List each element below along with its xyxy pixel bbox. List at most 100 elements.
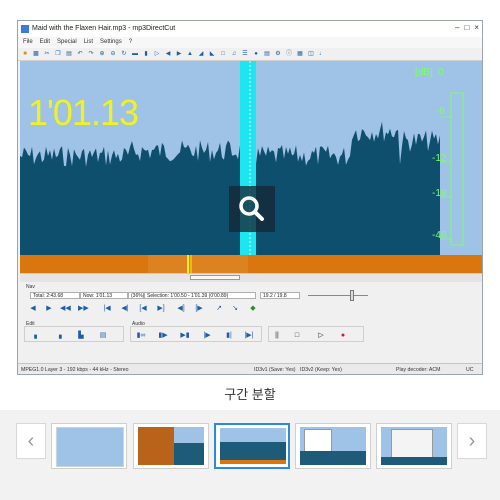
playlist-icon[interactable]: ▤ bbox=[263, 51, 271, 58]
status-bar: MPEG1.0 Layer 3 - 192 kbps - 44 kHz - St… bbox=[18, 363, 482, 374]
next-thumbnail-button[interactable]: › bbox=[457, 423, 487, 459]
menu-bar: File Edit Special List Settings ? bbox=[18, 37, 482, 48]
position-slider[interactable] bbox=[308, 295, 368, 296]
list-icon[interactable]: ☰ bbox=[241, 51, 249, 58]
export-icon[interactable]: ◫ bbox=[307, 51, 315, 58]
overview-bar[interactable] bbox=[20, 255, 482, 273]
title-bar: Maid with the Flaxen Hair.mp3 - mp3Direc… bbox=[18, 21, 482, 37]
chevron-right-icon: › bbox=[468, 430, 476, 452]
waveform-display[interactable]: 1'01.13 [dB] 0 -6 -12 -18 -48 bbox=[20, 61, 482, 255]
now-field: Now: 1'01.13 bbox=[80, 292, 128, 299]
menu-settings[interactable]: Settings bbox=[100, 37, 122, 48]
copy-icon[interactable]: ❐ bbox=[54, 51, 62, 58]
play-around-icon[interactable]: |▶| bbox=[244, 331, 254, 340]
menu-file[interactable]: File bbox=[23, 37, 33, 48]
split-file-icon[interactable]: ▦ bbox=[296, 51, 304, 58]
horizontal-scrollbar[interactable] bbox=[20, 273, 482, 282]
open-icon[interactable]: ■ bbox=[21, 51, 29, 58]
play-mark-icon[interactable]: ▮| bbox=[224, 331, 234, 340]
app-icon bbox=[21, 25, 29, 33]
screenshot-caption: 구간 분할 bbox=[224, 387, 276, 402]
scrollbar-thumb[interactable] bbox=[190, 275, 240, 280]
menu-help[interactable]: ? bbox=[129, 37, 132, 48]
window-title: Maid with the Flaxen Hair.mp3 - mp3Direc… bbox=[32, 25, 176, 32]
app-window: Maid with the Flaxen Hair.mp3 - mp3Direc… bbox=[17, 20, 483, 375]
paste-icon[interactable]: ▤ bbox=[65, 51, 73, 58]
record-button-icon[interactable]: ● bbox=[338, 331, 348, 340]
pause-icon[interactable]: || bbox=[272, 331, 282, 340]
thumb-4-wave bbox=[300, 451, 366, 465]
forward-icon[interactable]: ▶▶ bbox=[78, 304, 89, 313]
marker-icon[interactable]: ◆ bbox=[248, 304, 258, 313]
fade-out-icon[interactable]: ◣ bbox=[208, 51, 216, 58]
selection-field: Selection: 1'00.50 - 1'01.39 (0'00.89) bbox=[144, 292, 256, 299]
thumb-2-orange bbox=[138, 427, 174, 465]
edit-bars-icon[interactable]: ▤ bbox=[98, 331, 108, 340]
bpm-icon[interactable]: ♩ bbox=[318, 51, 326, 58]
zoom-button[interactable] bbox=[229, 186, 275, 232]
save-icon[interactable]: ▩ bbox=[32, 51, 40, 58]
fade-in-icon[interactable]: ◢ bbox=[197, 51, 205, 58]
ruler-icon[interactable]: ▬ bbox=[131, 51, 139, 58]
menu-edit[interactable]: Edit bbox=[40, 37, 50, 48]
cue-icon[interactable]: ▲ bbox=[186, 51, 194, 58]
position-slider-handle[interactable] bbox=[350, 290, 354, 301]
info-icon[interactable]: ⓘ bbox=[285, 51, 293, 58]
stop-icon[interactable]: □ bbox=[292, 331, 302, 340]
undo-icon[interactable]: ↶ bbox=[76, 51, 84, 58]
zoom-in-icon[interactable]: ⊕ bbox=[98, 51, 106, 58]
mark-start-icon[interactable]: ◀ bbox=[164, 51, 172, 58]
edit-cut-icon[interactable]: ▖ bbox=[32, 331, 42, 340]
settings-icon[interactable]: ⚙ bbox=[274, 51, 282, 58]
segment-icon[interactable]: ▮ bbox=[142, 51, 150, 58]
thumbnail-3-selected[interactable] bbox=[214, 423, 290, 469]
play-sel-icon[interactable]: ▮▶ bbox=[158, 331, 168, 340]
loop-icon[interactable]: ↻ bbox=[120, 51, 128, 58]
menu-list[interactable]: List bbox=[84, 37, 93, 48]
play-cue-icon[interactable]: |▶ bbox=[202, 331, 212, 340]
cue-prev-icon[interactable]: ◀] bbox=[176, 304, 186, 313]
maximize-icon[interactable]: □ bbox=[464, 23, 469, 33]
record-icon[interactable]: ● bbox=[252, 51, 260, 58]
minimize-icon[interactable]: – bbox=[455, 23, 459, 33]
thumb-1-preview bbox=[56, 427, 124, 467]
volume-icon[interactable]: ♫ bbox=[230, 51, 238, 58]
step-back-icon[interactable]: ▶ bbox=[44, 304, 54, 313]
db-meter-bar bbox=[450, 92, 464, 246]
close-icon[interactable]: × bbox=[474, 23, 479, 33]
jump-start-icon[interactable]: ◀ bbox=[28, 304, 38, 313]
cut-icon[interactable]: ✂ bbox=[43, 51, 51, 58]
prev-thumbnail-button[interactable]: ‹ bbox=[16, 423, 46, 459]
fade-up-icon[interactable]: ↗ bbox=[214, 304, 224, 313]
play-loop-icon[interactable]: ▮∞ bbox=[136, 331, 146, 340]
magnifier-icon bbox=[239, 196, 264, 221]
prev-mark-icon[interactable]: |◀ bbox=[102, 304, 112, 313]
fade-down-icon[interactable]: ↘ bbox=[230, 304, 240, 313]
next-mark-icon[interactable]: ◀| bbox=[120, 304, 130, 313]
thumbnail-2[interactable] bbox=[133, 423, 209, 469]
total-field: Total: 2:43.68 bbox=[30, 292, 80, 299]
db-tick-12: -12 bbox=[432, 153, 447, 164]
edit-gain-icon[interactable]: ▙ bbox=[76, 331, 86, 340]
cue-next-icon[interactable]: [▶ bbox=[194, 304, 204, 313]
db-tick-18: -18 bbox=[432, 188, 447, 199]
rewind-icon[interactable]: ◀◀ bbox=[60, 304, 71, 313]
sel-start-icon[interactable]: [◀ bbox=[138, 304, 148, 313]
redo-icon[interactable]: ↷ bbox=[87, 51, 95, 58]
thumbnail-5[interactable] bbox=[376, 423, 452, 469]
normalize-icon[interactable]: □ bbox=[219, 51, 227, 58]
edit-crop-icon[interactable]: ▗ bbox=[54, 331, 64, 340]
db-unit-label: [dB] bbox=[415, 67, 433, 78]
thumbnail-1[interactable] bbox=[51, 423, 127, 469]
thumbnail-4[interactable] bbox=[295, 423, 371, 469]
split-icon[interactable]: ▷ bbox=[153, 51, 161, 58]
status-id3v2: ID3v2 (Keep: Yes) bbox=[300, 367, 342, 373]
status-id3v1: ID3v1 (Save: Yes) bbox=[254, 367, 296, 373]
zoom-out-icon[interactable]: ⊖ bbox=[109, 51, 117, 58]
sel-end-icon[interactable]: ▶] bbox=[156, 304, 166, 313]
play-end-icon[interactable]: ▶▮ bbox=[180, 331, 190, 340]
play-icon[interactable]: ▷ bbox=[316, 331, 326, 340]
mark-end-icon[interactable]: ▶ bbox=[175, 51, 183, 58]
menu-special[interactable]: Special bbox=[57, 37, 77, 48]
overview-highlight bbox=[148, 255, 248, 273]
